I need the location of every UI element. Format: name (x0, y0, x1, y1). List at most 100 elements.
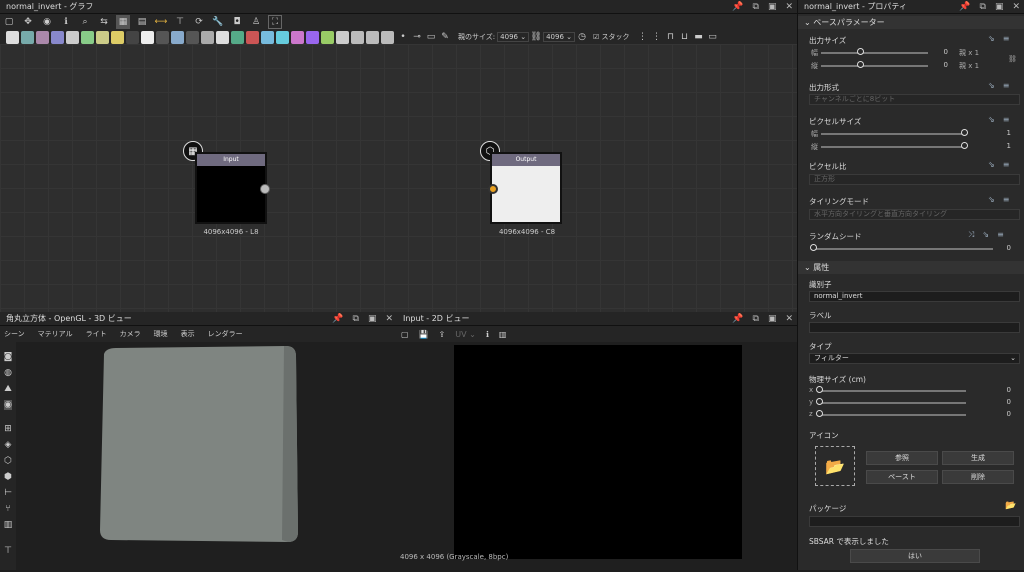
hierarchy-icon[interactable]: ⊤ (4, 546, 12, 556)
stack-toggle[interactable]: ☑ スタック (593, 32, 630, 42)
output-size-menu[interactable]: ⇘ ≡ (988, 34, 1009, 43)
folder-icon[interactable]: 📂 (815, 446, 855, 486)
distribute-icon[interactable]: ⋮ (650, 30, 664, 44)
pin-icon[interactable]: 📌 (732, 314, 743, 324)
emboss-node-icon[interactable] (291, 30, 304, 44)
svg-node-icon[interactable] (186, 30, 199, 44)
output-width-knob[interactable] (857, 48, 864, 55)
output-format-menu[interactable]: ⇘ ≡ (988, 81, 1009, 90)
link-param-icon[interactable]: ⇘ (988, 115, 995, 124)
output-node-input-port[interactable] (488, 184, 498, 194)
layout-icon[interactable]: ▦ (116, 15, 130, 29)
pixel-ratio-select[interactable]: 正方形 (809, 174, 1020, 185)
layers-icon[interactable]: ◈ (5, 440, 12, 450)
parent-size-select[interactable]: 4096 ⌄ (497, 32, 530, 42)
pixel-height-knob[interactable] (961, 142, 968, 149)
view3d-menu-item[interactable]: ライト (86, 329, 107, 339)
cube-wire-icon[interactable]: ⬡ (4, 456, 12, 466)
gradient-node-icon[interactable] (66, 30, 79, 44)
link-param-icon[interactable]: ⇘ (988, 195, 995, 204)
view3d-menu-item[interactable]: レンダラー (208, 329, 243, 339)
view3d-viewport[interactable] (16, 342, 397, 570)
pixel-ratio-menu[interactable]: ⇘ ≡ (988, 160, 1009, 169)
camera-icon[interactable]: ◉ (40, 15, 54, 29)
pixel-width-value[interactable]: 1 (991, 129, 1011, 137)
link-icon[interactable]: ⇆ (97, 15, 111, 29)
pin-node-icon[interactable]: ⊸ (410, 30, 424, 44)
identifier-field[interactable]: normal_invert (809, 291, 1020, 302)
random-seed-slider[interactable] (813, 248, 993, 250)
frame-icon[interactable]: ▢ (2, 15, 16, 29)
pixel-size-menu[interactable]: ⇘ ≡ (988, 115, 1009, 124)
phys-z-slider[interactable] (818, 414, 966, 416)
transform-node-icon[interactable] (231, 30, 244, 44)
close-icon[interactable]: ✕ (1012, 2, 1020, 12)
param-menu-icon[interactable]: ≡ (1003, 115, 1010, 124)
move-icon[interactable]: ✥ (21, 15, 35, 29)
levels-node-icon[interactable] (96, 30, 109, 44)
comment-node-icon[interactable] (381, 30, 394, 44)
maximize-icon[interactable]: ▣ (768, 2, 777, 12)
pin-icon[interactable]: 📌 (332, 314, 343, 324)
phys-x-slider[interactable] (818, 390, 966, 392)
pixel-node-icon[interactable] (246, 30, 259, 44)
spread-icon[interactable]: ▬ (692, 30, 706, 44)
type-select[interactable]: フィルター ⌄ (809, 353, 1020, 364)
sharpen-node-icon[interactable] (306, 30, 319, 44)
blur-node-icon[interactable] (36, 30, 49, 44)
value-node-icon[interactable] (366, 30, 379, 44)
param-menu-icon[interactable]: ≡ (997, 230, 1004, 240)
param-menu-icon[interactable]: ≡ (1003, 195, 1010, 204)
align-icon[interactable]: ⋮ (636, 30, 650, 44)
tiling-select[interactable]: 水平方向タイリングと垂直方向タイリング (809, 209, 1020, 220)
fx-node-icon[interactable] (156, 30, 169, 44)
link-param-icon[interactable]: ⇘ (982, 230, 989, 240)
maximize-icon[interactable]: ▣ (768, 314, 777, 324)
pixel-width-slider[interactable] (821, 133, 966, 135)
tiling-menu[interactable]: ⇘ ≡ (988, 195, 1009, 204)
align-top-icon[interactable]: ⊓ (664, 30, 678, 44)
package-field[interactable] (809, 516, 1020, 527)
sbsar-select[interactable]: はい (850, 549, 980, 563)
output-height-mult[interactable]: 親 x 1 (959, 61, 979, 71)
reset-icon[interactable]: ◷ (575, 30, 589, 44)
chain-link-icon[interactable]: ⛓ (1008, 55, 1017, 63)
phys-z-knob[interactable] (816, 410, 823, 417)
view3d-menu-item[interactable]: 環境 (154, 329, 168, 339)
param-menu-icon[interactable]: ≡ (1003, 34, 1010, 43)
pixel-height-slider[interactable] (821, 146, 966, 148)
info-icon[interactable]: ℹ (59, 15, 73, 29)
view2d-viewport[interactable]: 4096 x 4096 (Grayscale, 8bpc) (397, 342, 797, 570)
shuffle-icon[interactable]: ⤨ (968, 230, 974, 240)
phys-y-value[interactable]: 0 (991, 398, 1011, 406)
maximize-icon[interactable]: ▣ (995, 2, 1004, 12)
frame-small-icon[interactable]: ▭ (424, 30, 438, 44)
phys-x-knob[interactable] (816, 386, 823, 393)
float-icon[interactable]: ⧉ (753, 2, 759, 12)
output-width-slider[interactable] (821, 52, 928, 54)
image-icon[interactable]: ◘ (230, 15, 244, 29)
random-seed-value[interactable]: 0 (991, 244, 1011, 252)
blend-node-icon[interactable] (21, 30, 34, 44)
size-select[interactable]: 4096 ⌄ (543, 32, 575, 42)
crop-icon[interactable]: ⛶ (268, 15, 282, 29)
histogram-icon[interactable]: ▥ (499, 330, 507, 339)
chain-icon[interactable]: ⛓ (529, 30, 543, 44)
maximize-icon[interactable]: ▣ (368, 314, 377, 324)
warp-node-icon[interactable] (216, 30, 229, 44)
pixel-width-knob[interactable] (961, 129, 968, 136)
link-param-icon[interactable]: ⇘ (988, 81, 995, 90)
search-icon[interactable]: ⌕ (78, 15, 92, 29)
branch-icon[interactable]: ⑂ (5, 504, 10, 514)
label-field[interactable] (809, 322, 1020, 333)
open-folder-icon[interactable]: 📂 (1005, 501, 1016, 511)
output-height-slider[interactable] (821, 65, 928, 67)
attributes-header[interactable]: ⌄ 属性 (798, 261, 1024, 274)
uv-toggle[interactable]: UV ⌄ (455, 330, 476, 339)
refresh-icon[interactable]: ⟳ (192, 15, 206, 29)
close-icon[interactable]: ✕ (785, 314, 793, 324)
bitmap-node-icon[interactable] (171, 30, 184, 44)
light-icon[interactable]: ◍ (4, 368, 12, 378)
input-node-output-port[interactable] (260, 184, 270, 194)
grid-view-icon[interactable]: ⊞ (4, 424, 12, 434)
